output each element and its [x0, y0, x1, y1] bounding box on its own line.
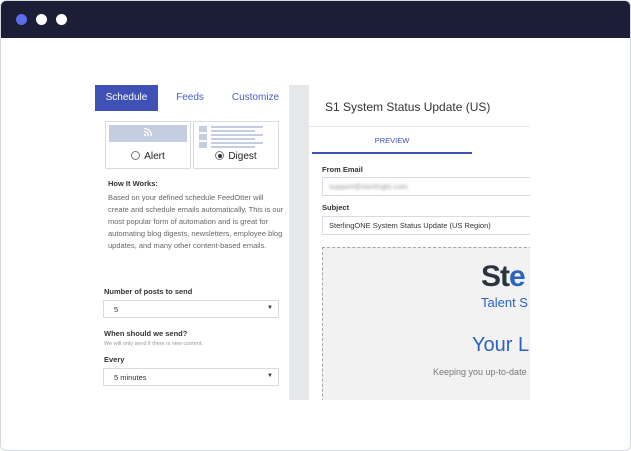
- posts-label: Number of posts to send: [104, 287, 193, 296]
- digest-option-card[interactable]: Digest: [193, 121, 279, 169]
- company-logo-subtitle: Talent S: [481, 295, 528, 310]
- chevron-down-icon: ▼: [267, 305, 273, 311]
- rss-icon: [143, 127, 153, 137]
- alert-radio-row[interactable]: Alert: [106, 151, 190, 165]
- tab-feeds[interactable]: Feeds: [158, 85, 222, 111]
- posts-select[interactable]: 5 ▼: [103, 300, 279, 318]
- alert-option-card[interactable]: Alert: [105, 121, 191, 169]
- digest-label: Digest: [228, 151, 257, 162]
- digest-template-thumbnail: [197, 125, 275, 149]
- every-select-value: 5 minutes: [114, 373, 147, 382]
- when-label: When should we send?: [104, 329, 188, 338]
- window-titlebar: [1, 1, 630, 38]
- tab-bar: Schedule Feeds Customize: [95, 85, 289, 111]
- posts-select-value: 5: [114, 305, 119, 314]
- alert-label: Alert: [144, 151, 165, 162]
- company-logo: Ste: [481, 260, 526, 293]
- digest-radio-row[interactable]: Digest: [194, 151, 278, 165]
- subject-field[interactable]: SterlingONE System Status Update (US Reg…: [322, 216, 530, 235]
- from-email-field[interactable]: support@sterlingts.com: [322, 177, 530, 196]
- alert-template-thumbnail: [109, 125, 187, 142]
- how-it-works-text: Based on your defined schedule FeedOtter…: [108, 193, 284, 250]
- every-label: Every: [104, 355, 125, 364]
- email-body-preview: Ste Talent S Your L Keeping you up-to-da…: [322, 247, 530, 400]
- email-preview-panel: S1 System Status Update (US) PREVIEW Fro…: [309, 85, 530, 400]
- every-select[interactable]: 5 minutes ▼: [103, 368, 279, 386]
- tab-customize[interactable]: Customize: [222, 85, 289, 111]
- header-separator: [309, 126, 530, 127]
- from-email-label: From Email: [322, 165, 363, 174]
- panel-divider: [289, 85, 309, 400]
- chevron-down-icon: ▼: [267, 373, 273, 379]
- email-title: S1 System Status Update (US): [325, 100, 491, 114]
- subject-label: Subject: [322, 203, 350, 212]
- settings-panel: Schedule Feeds Customize Alert Digest Ho…: [95, 85, 289, 400]
- email-tagline: Keeping you up-to-date: [433, 367, 527, 377]
- tab-preview[interactable]: PREVIEW: [312, 128, 472, 154]
- subject-value: SterlingONE System Status Update (US Reg…: [329, 221, 491, 230]
- alert-radio[interactable]: [131, 151, 141, 160]
- tab-schedule[interactable]: Schedule: [95, 85, 158, 111]
- from-email-value: support@sterlingts.com: [329, 182, 408, 191]
- window-dot-white: [36, 14, 47, 25]
- window-dot-blue: [16, 14, 27, 25]
- email-headline: Your L: [472, 334, 530, 356]
- how-it-works-title: How It Works:: [108, 179, 158, 188]
- when-note: We will only send if there is new conten…: [104, 341, 203, 347]
- window-dot-white: [56, 14, 67, 25]
- digest-radio[interactable]: [215, 151, 225, 160]
